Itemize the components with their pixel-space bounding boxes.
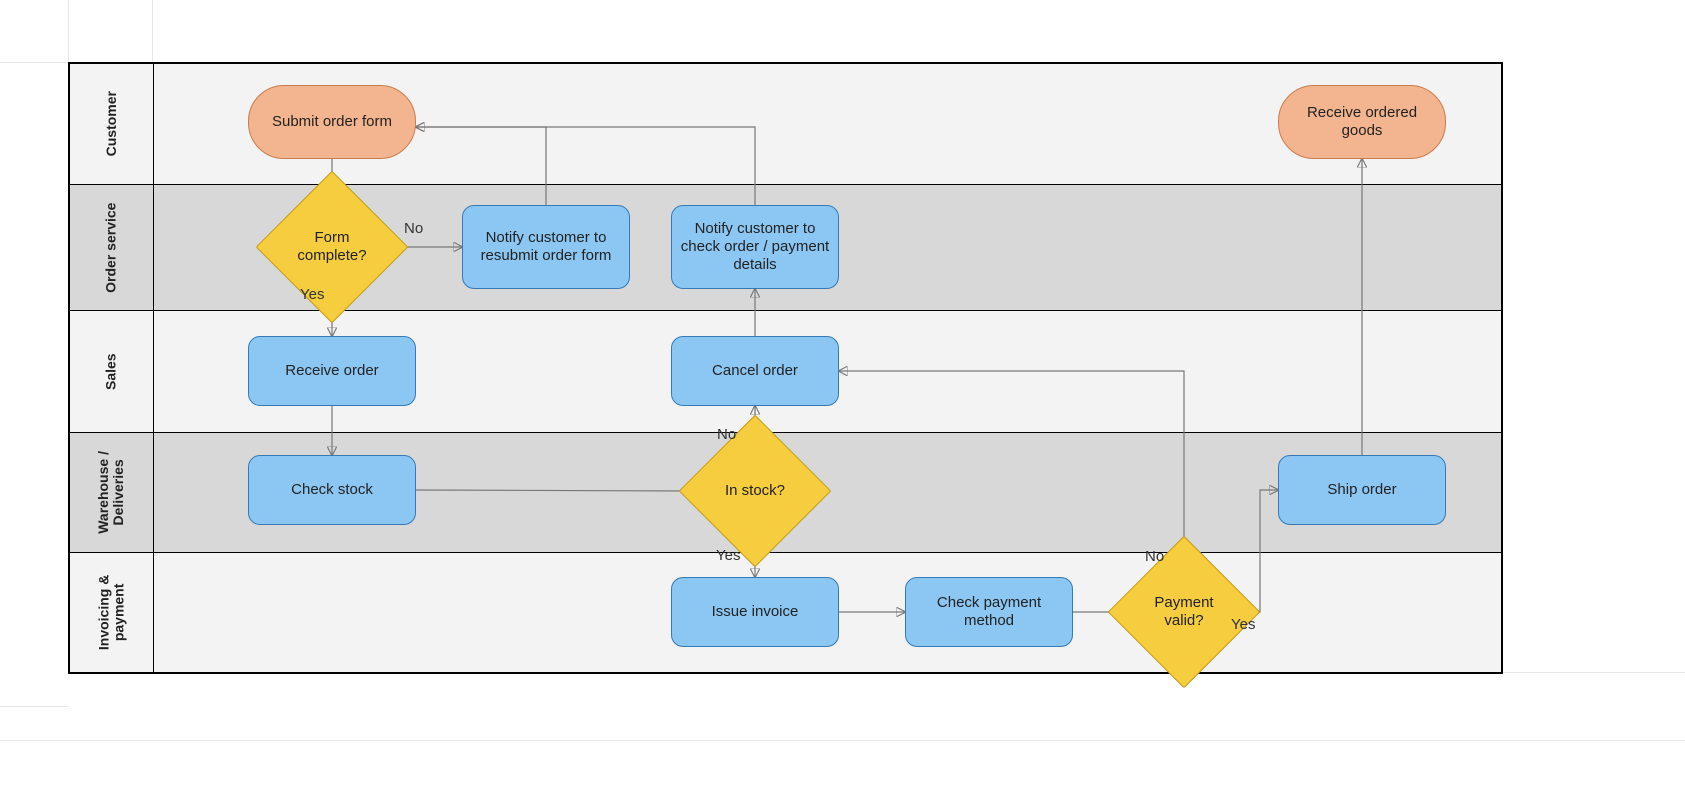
node-label: Check stock [291, 481, 373, 499]
bg-gridline [68, 0, 69, 62]
edge-label-stock-yes: Yes [716, 547, 740, 564]
node-issue-invoice[interactable]: Issue invoice [671, 577, 839, 647]
node-ship-order[interactable]: Ship order [1278, 455, 1446, 525]
node-label: Issue invoice [712, 603, 799, 621]
lane-label: Sales [104, 353, 119, 390]
lane-header-order-service: Order service [70, 185, 154, 310]
node-label: In stock? [710, 482, 800, 500]
node-label: Receive ordered goods [1287, 104, 1437, 140]
node-check-payment-method[interactable]: Check payment method [905, 577, 1073, 647]
node-notify-check[interactable]: Notify customer to check order / payment… [671, 205, 839, 289]
node-label: Receive order [285, 362, 378, 380]
node-receive-order[interactable]: Receive order [248, 336, 416, 406]
bg-gridline [0, 740, 1685, 741]
node-label: Check payment method [914, 594, 1064, 630]
lane-label: Invoicing & payment [96, 575, 127, 650]
edge-label-pay-no: No [1145, 548, 1164, 565]
lane-header-invoicing: Invoicing & payment [70, 553, 154, 672]
node-label: Payment valid? [1139, 594, 1229, 630]
node-label: Notify customer to check order / payment… [680, 220, 830, 274]
lane-header-customer: Customer [70, 64, 154, 184]
node-label: Cancel order [712, 362, 798, 380]
diagram-canvas: Customer Order service Sales Warehouse /… [0, 0, 1685, 793]
bg-gridline [1503, 672, 1685, 673]
edge-label-form-yes: Yes [300, 286, 324, 303]
edge-label-stock-no: No [717, 426, 736, 443]
node-cancel-order[interactable]: Cancel order [671, 336, 839, 406]
node-label: Ship order [1327, 481, 1396, 499]
node-label: Notify customer to resubmit order form [471, 229, 621, 265]
lane-label: Order service [104, 202, 119, 292]
node-label: Form complete? [287, 229, 377, 265]
lane-label: Warehouse / Deliveries [96, 451, 127, 534]
edge-label-pay-yes: Yes [1231, 616, 1255, 633]
bg-gridline [152, 0, 153, 62]
lane-header-warehouse: Warehouse / Deliveries [70, 433, 154, 552]
node-submit-order[interactable]: Submit order form [248, 85, 416, 159]
node-check-stock[interactable]: Check stock [248, 455, 416, 525]
lane-label: Customer [104, 91, 119, 156]
node-notify-resubmit[interactable]: Notify customer to resubmit order form [462, 205, 630, 289]
bg-gridline [0, 706, 68, 707]
node-receive-goods[interactable]: Receive ordered goods [1278, 85, 1446, 159]
edge-label-form-no: No [404, 220, 423, 237]
lane-header-sales: Sales [70, 311, 154, 432]
bg-gridline [0, 62, 68, 63]
node-label: Submit order form [272, 113, 392, 131]
